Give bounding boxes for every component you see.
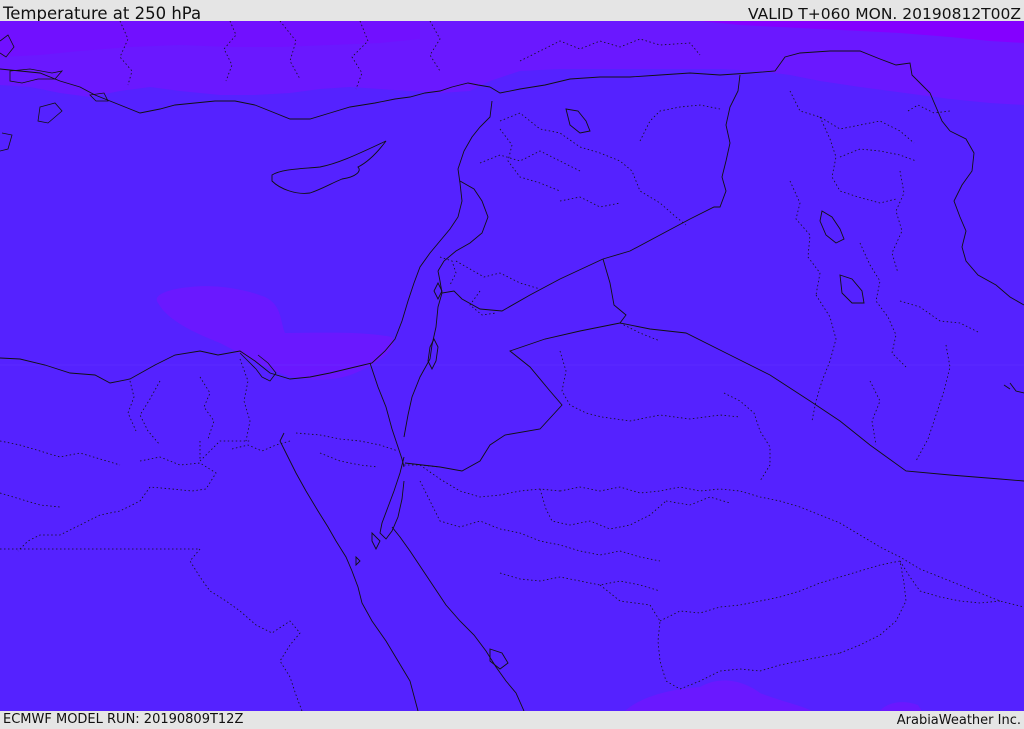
weather-map-frame: Temperature at 250 hPa VALID T+060 MON. … [0,0,1024,729]
temperature-map [0,21,1024,711]
credit-label: ArabiaWeather Inc. [896,713,1021,728]
model-run-label: ECMWF MODEL RUN: 20190809T12Z [3,712,244,727]
